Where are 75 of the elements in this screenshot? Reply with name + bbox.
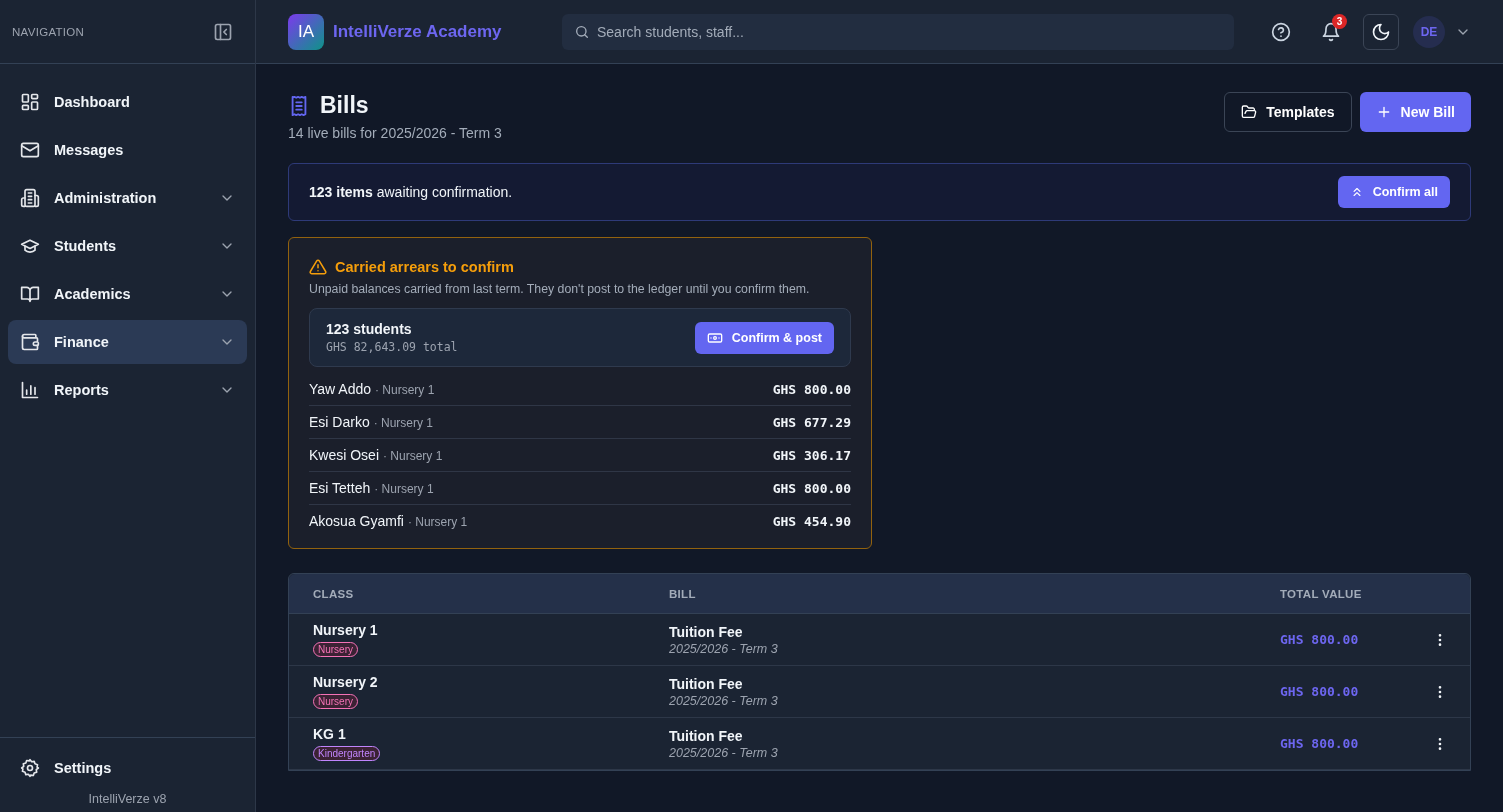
bill-name: Tuition Fee xyxy=(669,727,744,744)
arrears-amount: GHS 306.17 xyxy=(772,448,851,463)
avatar: DE xyxy=(1413,15,1445,48)
nav-item[interactable]: Students xyxy=(8,224,247,268)
nav-item[interactable]: Finance xyxy=(8,320,247,364)
student-name: Kwesi Osei xyxy=(309,447,380,463)
grid-icon xyxy=(20,92,40,112)
book-icon xyxy=(20,284,40,304)
confirm-all-button[interactable]: Confirm all xyxy=(1337,176,1450,208)
moon-icon xyxy=(1371,21,1391,42)
settings-link[interactable]: Settings xyxy=(20,754,235,782)
theme-toggle-button[interactable] xyxy=(1363,13,1399,50)
student-class: · Nursery 1 xyxy=(407,515,468,529)
settings-icon xyxy=(20,758,40,778)
brand-name: IntelliVerze Academy xyxy=(333,21,503,42)
notice-text: 123 items awaiting confirmation. xyxy=(309,184,513,200)
warning-icon xyxy=(309,258,327,276)
panel-collapse-icon xyxy=(213,21,233,42)
total-value: GHS 800.00 xyxy=(1280,632,1360,647)
class-tag: Nursery xyxy=(313,642,358,657)
bill-term: 2025/2026 - Term 3 xyxy=(669,693,779,708)
arrears-title: Carried arrears to confirm xyxy=(335,259,514,275)
mail-icon xyxy=(20,140,40,160)
total-value: GHS 800.00 xyxy=(1280,736,1360,751)
student-class: · Nursery 1 xyxy=(383,449,443,463)
student-count: 123 students xyxy=(326,321,413,337)
total-value: GHS 800.00 xyxy=(1280,684,1360,699)
arrears-total: GHS 82,643.09 total xyxy=(326,340,458,354)
logo: IA xyxy=(288,13,324,50)
graduation-cap-icon xyxy=(20,236,40,256)
arrears-amount: GHS 454.90 xyxy=(772,514,851,529)
nav-item[interactable]: Messages xyxy=(8,128,247,172)
nav-item[interactable]: Administration xyxy=(8,176,247,220)
student-name: Akosua Gyamfi xyxy=(309,513,404,529)
search-icon xyxy=(574,23,590,40)
student-class: · Nursery 1 xyxy=(374,482,434,496)
bill-name: Tuition Fee xyxy=(669,675,744,692)
templates-button[interactable]: Templates xyxy=(1224,92,1352,132)
student-class: · Nursery 1 xyxy=(373,416,434,430)
student-name: Esi Darko xyxy=(309,414,370,430)
new-bill-button[interactable]: New Bill xyxy=(1359,92,1471,132)
search-field[interactable]: Search students, staff... xyxy=(562,13,1234,50)
column-header: TOTAL VALUE xyxy=(1280,587,1363,600)
nav-item[interactable]: Dashboard xyxy=(8,80,247,124)
arrears-amount: GHS 800.00 xyxy=(772,382,851,397)
class-tag: Nursery xyxy=(313,694,358,709)
notification-badge: 3 xyxy=(1332,13,1347,29)
class-tag: Kindergarten xyxy=(313,746,381,761)
confirm-post-button[interactable]: Confirm & post xyxy=(694,321,834,354)
nav-item[interactable]: Reports xyxy=(8,368,247,412)
class-name: KG 1 xyxy=(313,726,347,742)
bill-term: 2025/2026 - Term 3 xyxy=(669,745,779,760)
class-name: Nursery 1 xyxy=(313,622,379,638)
folder-icon xyxy=(1241,104,1258,120)
column-header: CLASS xyxy=(313,587,355,600)
nav-item[interactable]: Academics xyxy=(8,272,247,316)
version-label: IntelliVerze v8 xyxy=(87,792,168,806)
building-icon xyxy=(20,188,40,208)
class-name: Nursery 2 xyxy=(313,674,379,690)
student-name: Esi Tetteh xyxy=(309,480,371,496)
column-header: BILL xyxy=(669,587,697,600)
arrears-amount: GHS 800.00 xyxy=(772,481,851,496)
page-title: Bills xyxy=(320,92,369,119)
student-class: · Nursery 1 xyxy=(375,383,435,397)
bill-term: 2025/2026 - Term 3 xyxy=(669,641,779,656)
page-subtitle: 14 live bills for 2025/2026 - Term 3 xyxy=(288,125,502,141)
sidebar-heading: NAVIGATION xyxy=(12,25,85,38)
arrears-amount: GHS 677.29 xyxy=(772,415,851,430)
student-name: Yaw Addo xyxy=(309,381,371,397)
notifications-button[interactable]: 3 xyxy=(1313,13,1349,50)
help-icon xyxy=(1271,21,1291,42)
wallet-icon xyxy=(20,332,40,352)
bill-name: Tuition Fee xyxy=(669,623,744,640)
arrears-description: Unpaid balances carried from last term. They don't post to the ledger until you confirm them. xyxy=(309,282,811,296)
bar-chart-icon xyxy=(20,380,40,400)
